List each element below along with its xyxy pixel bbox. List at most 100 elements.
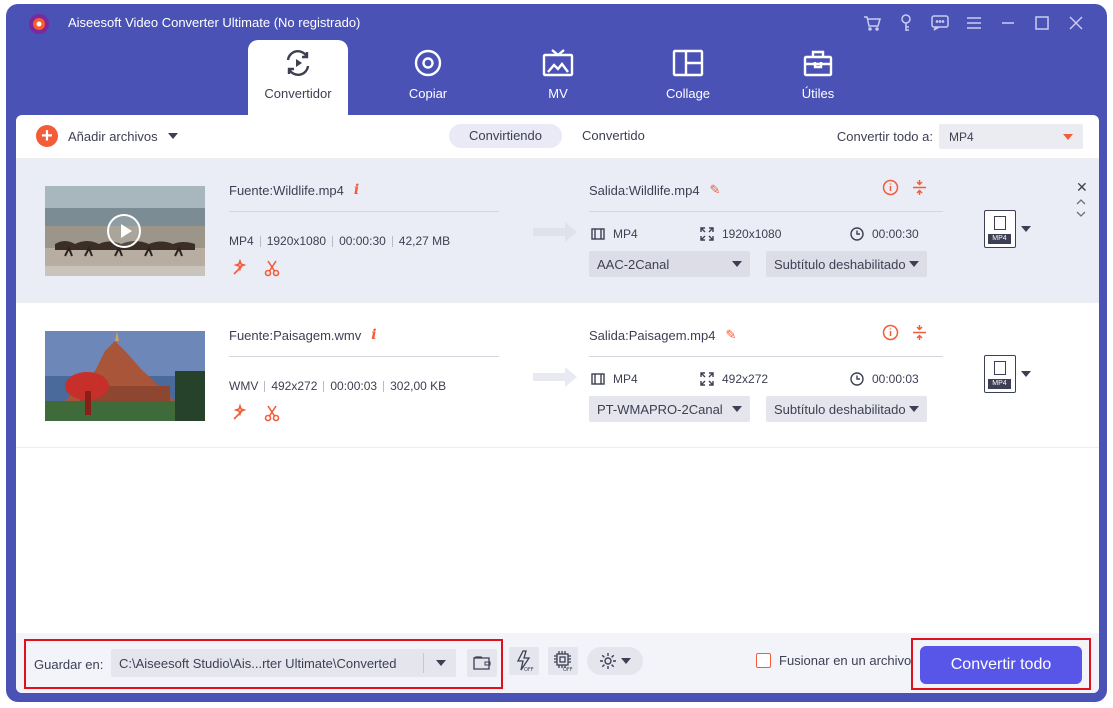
tab-collage[interactable]: Collage: [638, 40, 738, 116]
disc-icon: [414, 49, 442, 77]
source-duration: 00:00:30: [339, 234, 386, 248]
source-duration: 00:00:03: [330, 379, 378, 393]
output-resolution: 492x272: [700, 372, 768, 386]
toolbar: + Añadir archivos Convirtiendo Convertid…: [16, 115, 1099, 159]
minimize-icon[interactable]: [991, 12, 1025, 34]
add-files-button[interactable]: + Añadir archivos: [36, 125, 178, 147]
audio-track-select[interactable]: PT-WMAPRO-2Canal: [589, 396, 750, 422]
close-icon[interactable]: [1059, 12, 1093, 34]
divider: [229, 356, 499, 357]
output-resolution-value: 1920x1080: [722, 227, 782, 241]
menu-icon[interactable]: [957, 12, 991, 34]
resize-icon: [700, 372, 714, 386]
tab-mv[interactable]: MV: [508, 40, 608, 116]
source-size: 302,00 KB: [390, 379, 447, 393]
save-path-select[interactable]: C:\Aiseesoft Studio\Ais...rter Ultimate\…: [111, 649, 456, 677]
tab-converting[interactable]: Convirtiendo: [449, 124, 562, 148]
settings-button[interactable]: [587, 647, 643, 675]
gpu-accel-button[interactable]: OFF: [548, 647, 578, 675]
tab-converted[interactable]: Convertido: [562, 124, 665, 148]
video-thumbnail[interactable]: [45, 186, 205, 276]
gear-icon: [600, 653, 616, 669]
divider: [589, 211, 943, 212]
output-duration: 00:00:03: [850, 372, 919, 386]
hardware-accel-button[interactable]: OFF: [509, 647, 539, 675]
clock-icon: [850, 372, 864, 386]
reorder-icon[interactable]: [1075, 197, 1087, 219]
title-bar: Aiseesoft Video Converter Ultimate (No r…: [6, 4, 1107, 40]
chevron-down-icon[interactable]: [167, 133, 178, 139]
film-icon: [591, 228, 605, 240]
film-icon: [994, 361, 1006, 375]
info-icon[interactable]: i: [354, 182, 359, 198]
output-duration-value: 00:00:30: [872, 227, 919, 241]
tab-label: MV: [548, 86, 568, 101]
tab-copiar[interactable]: Copiar: [378, 40, 478, 116]
convert-all-highlight: Convertir todo: [911, 638, 1091, 690]
file-row[interactable]: Fuente:Paisagem.wmv i WMV 492x272 00:00:…: [16, 304, 1099, 448]
tab-utiles[interactable]: Útiles: [768, 40, 868, 116]
scissors-icon[interactable]: [263, 259, 281, 277]
app-window: Aiseesoft Video Converter Ultimate (No r…: [6, 4, 1107, 702]
main-tabs: Convertidor Copiar MV Collage Útiles: [6, 40, 1107, 116]
file-row[interactable]: Fuente:Wildlife.mp4 i MP4 1920x1080 00:0…: [16, 159, 1099, 303]
source-filename: Fuente:Paisagem.wmv: [229, 327, 362, 343]
save-label: Guardar en:: [34, 657, 104, 672]
bottom-bar: Guardar en: C:\Aiseesoft Studio\Ais...rt…: [16, 633, 1099, 693]
remove-icon[interactable]: ✕: [1076, 179, 1088, 196]
compress-icon[interactable]: [911, 179, 928, 196]
cart-icon[interactable]: [855, 12, 889, 34]
info-icon[interactable]: i: [371, 327, 376, 343]
magic-wand-icon[interactable]: [231, 259, 249, 277]
source-meta: MP4 1920x1080 00:00:30 42,27 MB: [229, 234, 450, 248]
output-filename: Salida:Wildlife.mp4: [589, 182, 700, 198]
source-size: 42,27 MB: [398, 234, 451, 248]
video-thumbnail[interactable]: [45, 331, 205, 421]
key-icon[interactable]: [889, 12, 923, 34]
play-icon[interactable]: [107, 214, 141, 248]
output-format-button[interactable]: MP4: [984, 210, 1016, 248]
chevron-down-icon: [732, 261, 742, 267]
arrow-right-icon: [533, 222, 577, 242]
chip-off-icon: OFF: [554, 651, 573, 672]
scissors-icon[interactable]: [263, 404, 281, 422]
subtitle-select[interactable]: Subtítulo deshabilitado: [766, 396, 927, 422]
chevron-down-icon[interactable]: [1021, 226, 1031, 232]
compress-icon[interactable]: [911, 324, 928, 341]
output-format-button[interactable]: MP4: [984, 355, 1016, 393]
toolbox-icon: [803, 50, 833, 77]
edit-icon[interactable]: ✎: [710, 182, 721, 198]
chevron-down-icon[interactable]: [1021, 371, 1031, 377]
merge-checkbox[interactable]: [756, 653, 771, 668]
info-circle-icon[interactable]: [882, 179, 899, 196]
chevron-down-icon: [732, 406, 742, 412]
magic-wand-icon[interactable]: [231, 404, 249, 422]
audio-track-select[interactable]: AAC-2Canal: [589, 251, 750, 277]
convert-all-value: MP4: [949, 129, 974, 144]
film-icon: [994, 216, 1006, 230]
convert-all-button[interactable]: Convertir todo: [920, 646, 1082, 684]
convert-icon: [286, 50, 310, 76]
output-format: MP4: [591, 372, 638, 386]
source-name: Fuente:Paisagem.wmv i: [229, 327, 377, 343]
plus-icon: +: [36, 125, 58, 147]
open-folder-button[interactable]: [467, 649, 497, 677]
merge-option[interactable]: Fusionar en un archivo: [756, 653, 911, 668]
info-circle-icon[interactable]: [882, 324, 899, 341]
output-duration-value: 00:00:03: [872, 372, 919, 386]
subtitle-select[interactable]: Subtítulo deshabilitado: [766, 251, 927, 277]
chevron-down-icon: [1063, 133, 1073, 140]
output-format: MP4: [591, 227, 638, 241]
output-name: Salida:Paisagem.mp4 ✎: [589, 327, 736, 343]
convert-all-format: Convertir todo a: MP4: [837, 124, 1083, 149]
chevron-down-icon: [909, 261, 919, 267]
edit-icon[interactable]: ✎: [725, 327, 736, 343]
divider: [229, 211, 499, 212]
tab-convertidor[interactable]: Convertidor: [248, 40, 348, 116]
output-format-value: MP4: [613, 372, 638, 386]
maximize-icon[interactable]: [1025, 12, 1059, 34]
converter-panel: + Añadir archivos Convirtiendo Convertid…: [16, 115, 1099, 693]
feedback-icon[interactable]: [923, 12, 957, 34]
convert-all-select[interactable]: MP4: [939, 124, 1083, 149]
source-resolution: 1920x1080: [266, 234, 327, 248]
